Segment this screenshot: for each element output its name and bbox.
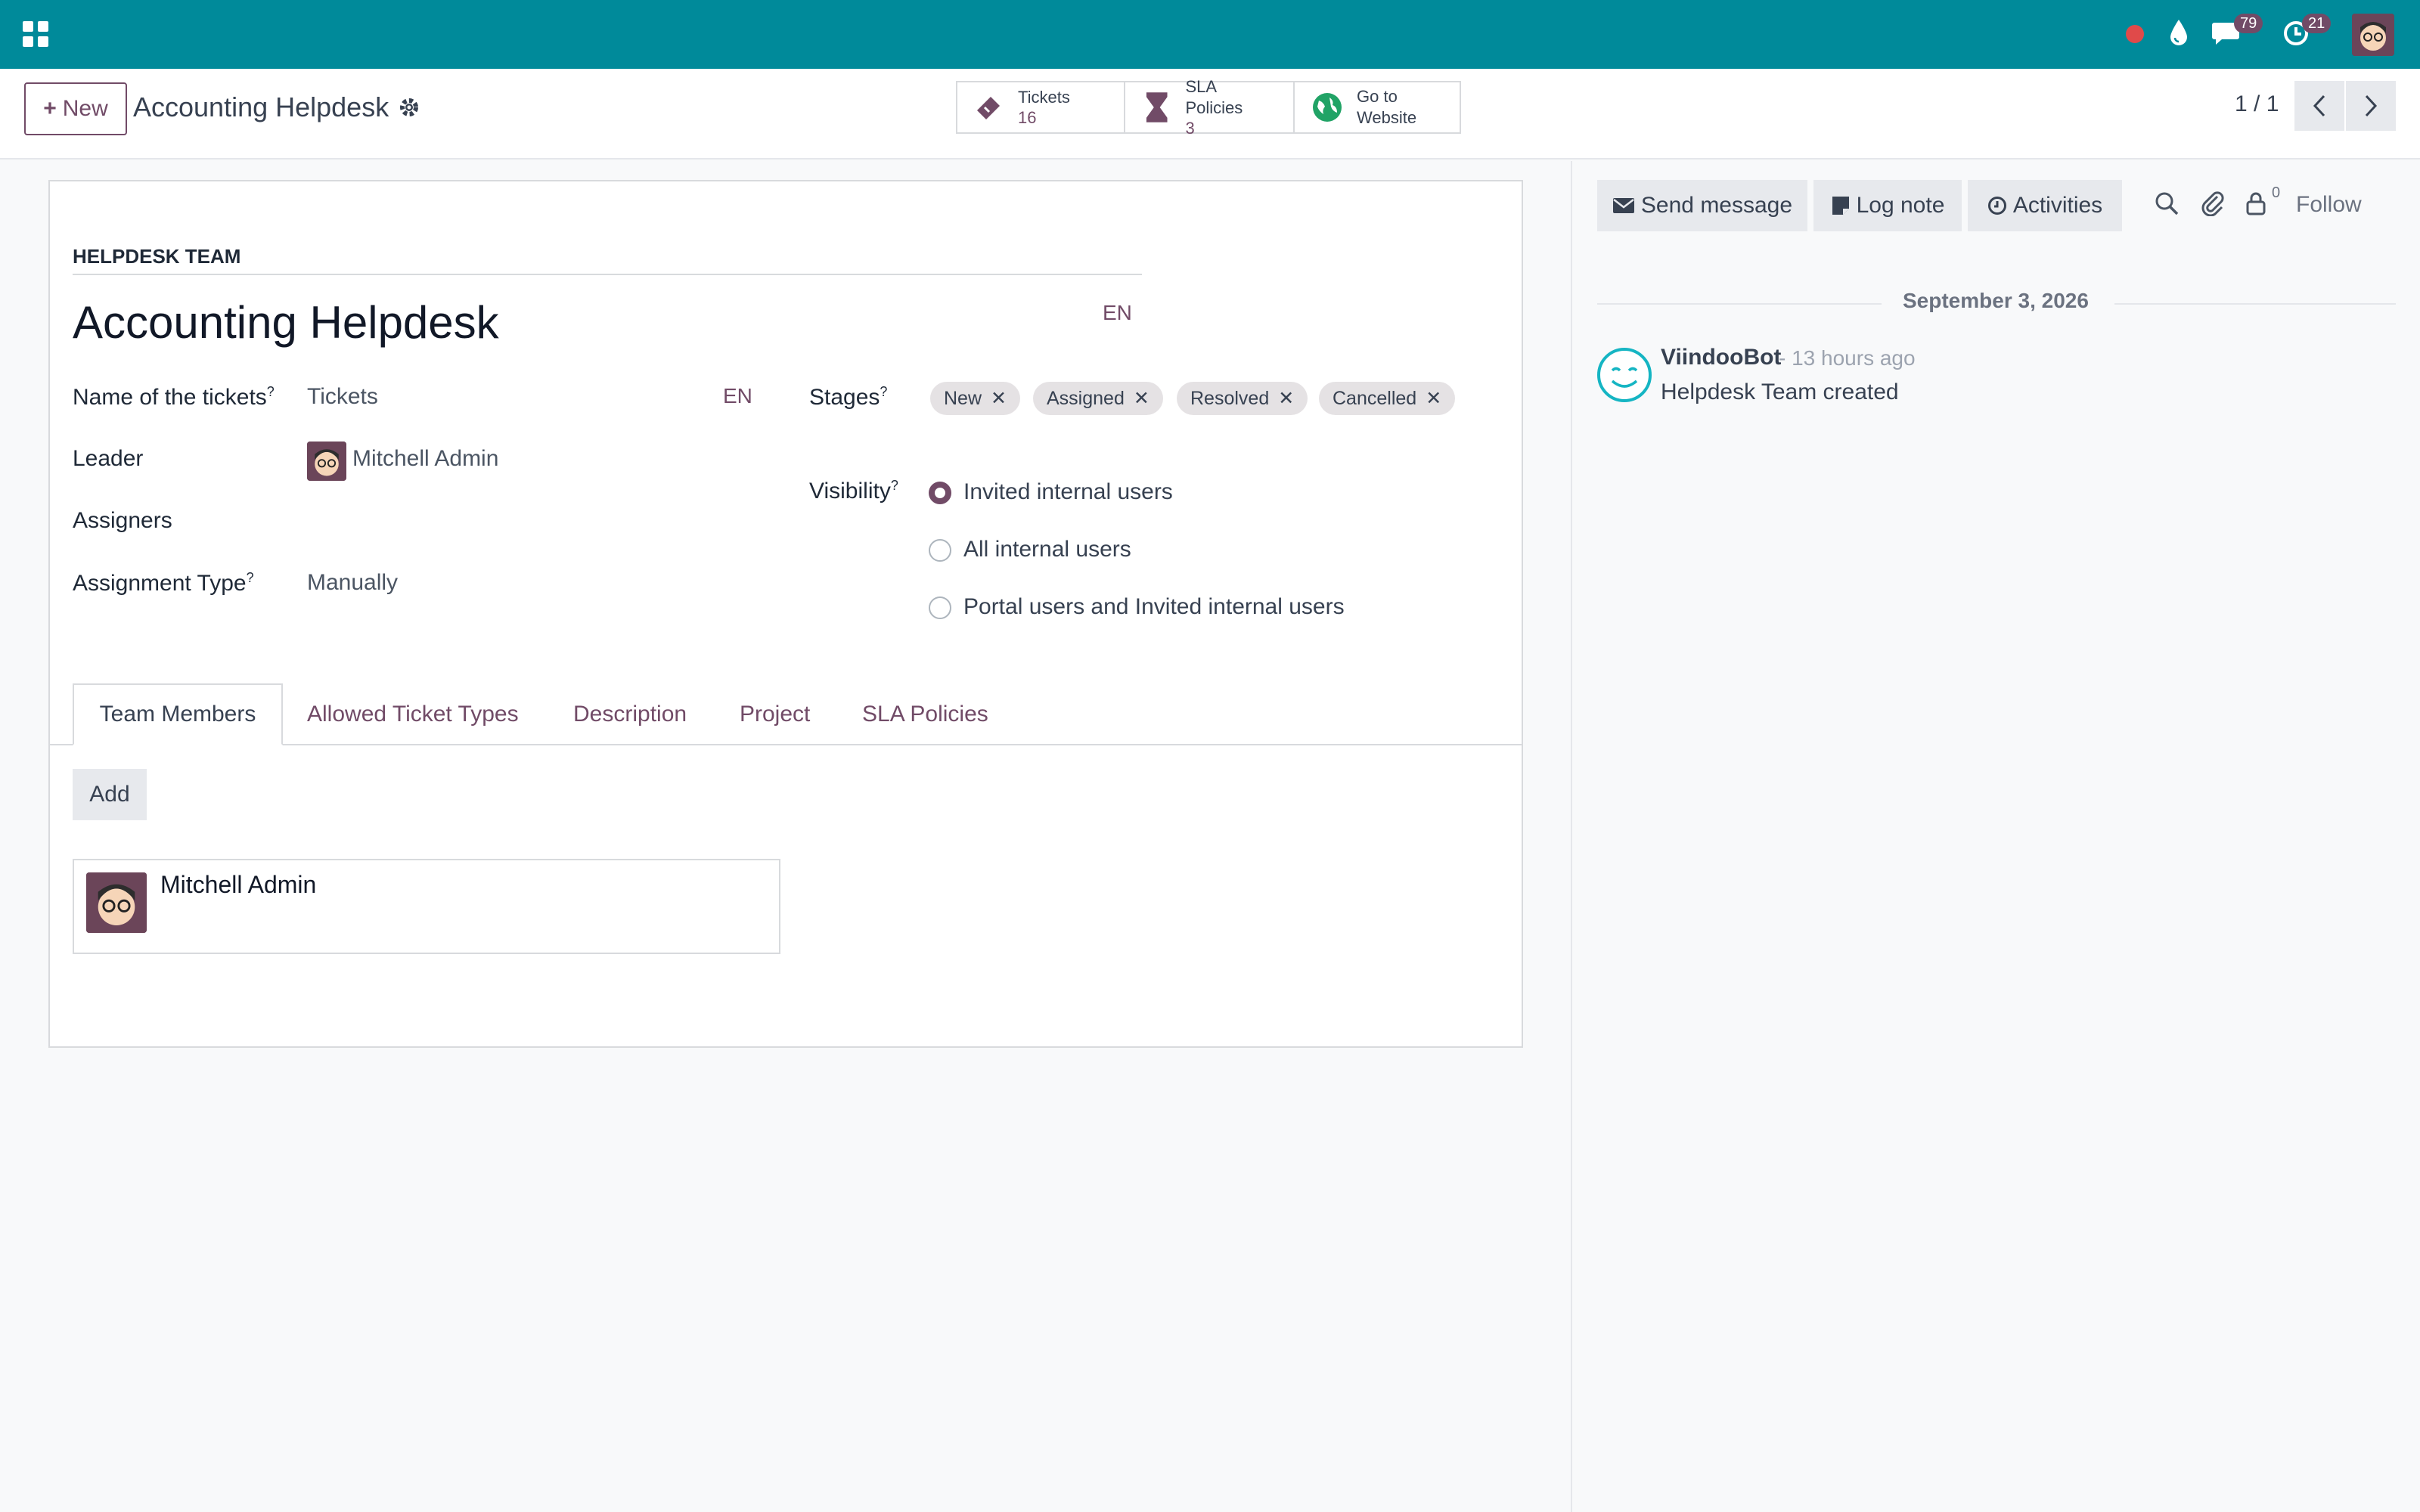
log-note-label: Log note [1856,193,1945,218]
tickets-label: Tickets [1018,88,1070,107]
new-button-label: New [62,96,108,121]
follow-button[interactable]: Follow [2296,192,2362,218]
globe-icon [1313,93,1342,122]
stage-tag-new[interactable]: New ✕ [930,382,1020,415]
title-underline [73,274,1142,275]
lock-followers-icon[interactable] [2245,191,2267,216]
website-label-line2: Website [1357,108,1417,127]
note-icon [1832,197,1849,215]
tab-team-members[interactable]: Team Members [73,683,283,745]
team-name-field[interactable]: Accounting Helpdesk [73,296,499,349]
tab-project[interactable]: Project [740,683,810,745]
close-icon[interactable]: ✕ [991,387,1007,410]
assignment-type-label: Assignment Type? [73,570,254,596]
activities-label: Activities [2012,193,2103,218]
tickets-name-field[interactable]: Tickets [307,384,378,410]
apps-menu-icon[interactable] [23,21,48,47]
stage-tag-assigned[interactable]: Assigned ✕ [1033,382,1163,415]
tickets-count: 16 [1018,108,1037,127]
section-label: HELPDESK TEAM [73,245,241,268]
stages-label: Stages? [809,384,888,410]
date-separator-left [1597,303,1882,305]
message-timestamp: - 13 hours ago [1779,346,1916,370]
sla-policies-label: SLA Policies [1185,77,1243,117]
member-name: Mitchell Admin [160,871,317,898]
leader-avatar [307,442,346,481]
tab-sla-policies[interactable]: SLA Policies [862,683,988,745]
visibility-option-portal[interactable]: Portal users and Invited internal users [963,594,1345,620]
pager-value[interactable]: 1 / 1 [2235,91,2279,117]
sla-policies-smart-button[interactable]: SLA Policies 3 [1125,77,1295,138]
leader-label: Leader [73,446,144,471]
chat-count-badge: 79 [2234,14,2263,33]
hourglass-icon [1146,92,1168,122]
close-icon[interactable]: ✕ [1278,387,1294,410]
pager-previous-button[interactable] [2294,81,2344,131]
clock-icon [1987,197,2006,215]
tickets-name-language-button[interactable]: EN [723,384,752,408]
send-message-label: Send message [1640,193,1793,218]
smart-buttons: Tickets 16 SLA Policies 3 Go to Website [956,77,1461,138]
stage-tag-cancelled[interactable]: Cancelled ✕ [1319,382,1456,415]
ticket-icon [977,97,1000,119]
pager-next-button[interactable] [2346,81,2396,131]
website-label-line1: Go to [1357,87,1398,106]
visibility-label: Visibility? [809,478,898,503]
tickets-smart-button[interactable]: Tickets 16 [957,82,1125,132]
breadcrumb: Accounting Helpdesk [133,91,389,122]
chevron-left-icon [2313,94,2325,117]
search-icon[interactable] [2154,191,2180,216]
sla-policies-count: 3 [1185,119,1195,138]
assigners-label: Assigners [73,508,172,533]
chevron-right-icon [2365,94,2378,117]
team-member-card[interactable]: Mitchell Admin [73,859,780,954]
paperclip-icon[interactable] [2201,191,2225,216]
gear-icon[interactable] [398,96,420,119]
record-status-icon[interactable] [2124,23,2146,45]
envelope-icon [1612,198,1634,213]
stage-tag-label: Resolved [1190,387,1270,409]
visibility-option-all-internal[interactable]: All internal users [963,537,1131,562]
tickets-name-label: Name of the tickets? [73,384,275,410]
log-note-button[interactable]: Log note [1813,180,1962,231]
close-icon[interactable]: ✕ [1134,387,1150,410]
stage-tag-label: Cancelled [1333,387,1417,409]
plus-icon: + [43,96,57,121]
followers-count: 0 [2272,184,2281,201]
stage-tag-label: New [944,387,982,409]
visibility-option-invited[interactable]: Invited internal users [963,479,1173,505]
chatter-divider [1571,161,1572,1512]
member-avatar [86,872,147,933]
close-icon[interactable]: ✕ [1426,387,1441,410]
activity-count-badge: 21 [2302,14,2332,33]
bot-avatar-smile-icon [1597,348,1652,402]
website-smart-button[interactable]: Go to Website [1295,82,1460,132]
stage-tag-resolved[interactable]: Resolved ✕ [1177,382,1308,415]
tab-allowed-ticket-types[interactable]: Allowed Ticket Types [307,683,519,745]
new-button[interactable]: + New [24,82,127,135]
visibility-radio-invited[interactable] [929,482,951,504]
top-navbar: 79 21 [0,0,2420,69]
message-author[interactable]: ViindooBot [1661,345,1781,370]
stage-tag-label: Assigned [1047,387,1125,409]
message-date: September 3, 2026 [1903,289,2089,312]
message-body: Helpdesk Team created [1661,380,1899,404]
assignment-type-field[interactable]: Manually [307,570,398,596]
visibility-radio-portal[interactable] [929,596,951,619]
activities-button[interactable]: Activities [1968,180,2122,231]
send-message-button[interactable]: Send message [1597,180,1807,231]
control-panel: + New Accounting Helpdesk Tickets 16 SLA… [0,69,2420,160]
visibility-radio-all-internal[interactable] [929,539,951,562]
date-separator-right [2114,303,2396,305]
droplet-icon[interactable] [2167,18,2190,47]
title-language-button[interactable]: EN [1103,301,1132,325]
user-avatar[interactable] [2352,14,2394,56]
leader-field[interactable]: Mitchell Admin [352,446,498,472]
tab-description[interactable]: Description [573,683,687,745]
add-member-button[interactable]: Add [73,769,147,820]
